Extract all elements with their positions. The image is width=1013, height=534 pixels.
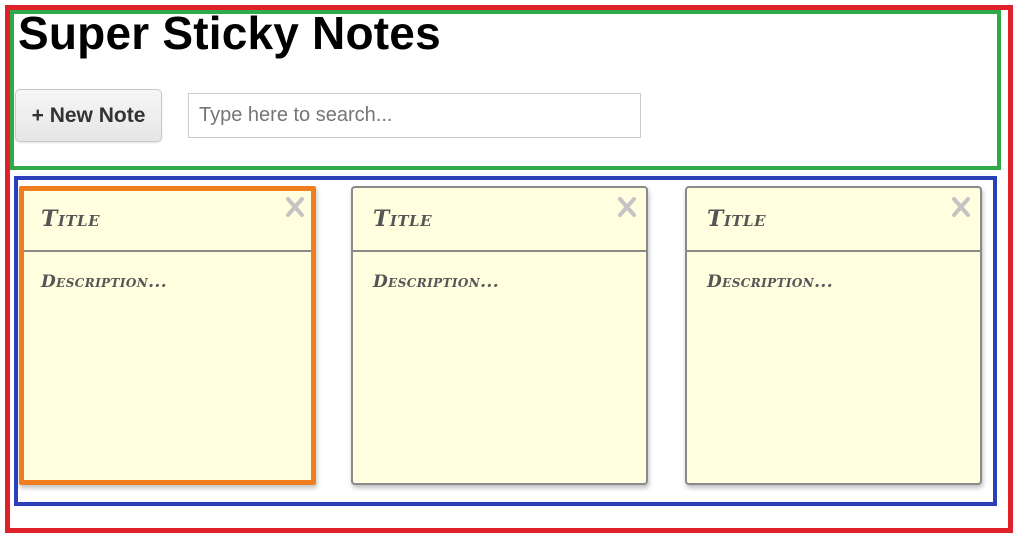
note-description[interactable]: Description... <box>41 272 167 292</box>
note-card[interactable]: Title Description... <box>351 186 648 485</box>
search-input[interactable] <box>188 93 641 138</box>
note-divider <box>687 250 980 252</box>
note-card[interactable]: Title Description... <box>685 186 982 485</box>
note-title[interactable]: Title <box>41 206 100 232</box>
close-icon[interactable] <box>280 192 310 222</box>
close-icon[interactable] <box>946 192 976 222</box>
note-description[interactable]: Description... <box>373 272 499 292</box>
note-divider <box>353 250 646 252</box>
note-card[interactable]: Title Description... <box>19 186 316 485</box>
note-divider <box>24 250 311 252</box>
note-title[interactable]: Title <box>373 206 432 232</box>
page-title: Super Sticky Notes <box>18 7 441 59</box>
note-title[interactable]: Title <box>707 206 766 232</box>
new-note-button[interactable]: + New Note <box>15 89 162 142</box>
close-icon[interactable] <box>612 192 642 222</box>
note-description[interactable]: Description... <box>707 272 833 292</box>
